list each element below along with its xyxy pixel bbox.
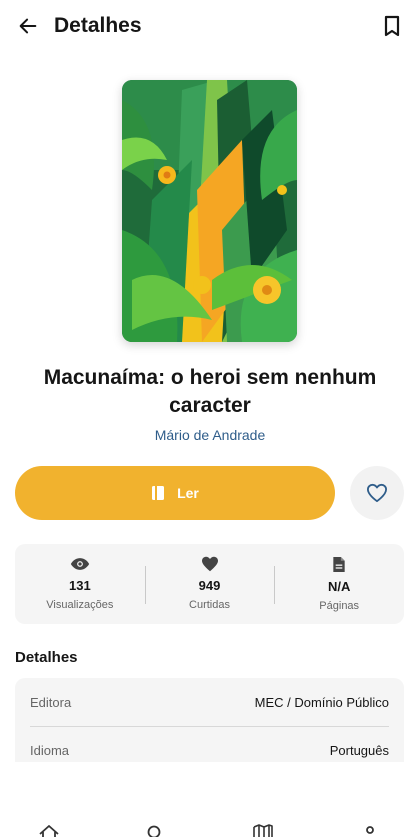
search-icon: [147, 825, 161, 837]
read-button[interactable]: Ler: [15, 466, 335, 520]
stat-views-label: Visualizações: [46, 599, 114, 611]
back-button[interactable]: [14, 12, 42, 40]
profile-icon: [366, 826, 374, 834]
stat-pages: N/A Páginas: [274, 544, 404, 624]
detail-value: Português: [329, 742, 389, 758]
favorite-button[interactable]: [350, 466, 404, 520]
stat-divider: [274, 566, 276, 604]
heart-outline-icon: [366, 483, 387, 503]
book-cover: [122, 80, 297, 342]
stat-pages-value: N/A: [327, 579, 351, 594]
nav-profile[interactable]: [358, 824, 382, 837]
book-title: Macunaíma: o heroi sem nenhum caracter: [43, 366, 377, 417]
nav-library[interactable]: [251, 824, 275, 837]
book-icon: [152, 486, 165, 500]
top-app-bar: Detalhes: [0, 0, 420, 52]
stat-divider: [144, 566, 146, 604]
book-author-link[interactable]: Mário de Andrade: [20, 425, 400, 445]
stat-likes: 949 Curtidas: [144, 544, 275, 624]
document-icon: [333, 556, 345, 573]
details-card: Editora MEC / Domínio Público Idioma Por…: [15, 678, 404, 762]
detail-divider: [30, 726, 389, 727]
jungle-cover-art: [122, 80, 297, 342]
arrow-left-icon: [19, 18, 37, 34]
detail-key: Idioma: [30, 742, 70, 758]
read-button-label: Ler: [177, 485, 199, 501]
stat-likes-value: 949: [198, 578, 221, 593]
stat-views: 131 Visualizações: [15, 544, 145, 624]
detail-value: MEC / Domínio Público: [254, 694, 389, 710]
library-icon: [253, 824, 273, 837]
detail-row-publisher: Editora MEC / Domínio Público: [30, 692, 389, 712]
stat-pages-label: Páginas: [319, 600, 360, 612]
detail-key: Editora: [30, 694, 72, 710]
nav-home[interactable]: [37, 824, 61, 837]
details-section-title: Detalhes: [15, 649, 78, 666]
bottom-navigation: [0, 812, 420, 837]
nav-search[interactable]: [142, 824, 166, 837]
page-title: Detalhes: [54, 14, 142, 37]
stat-views-value: 131: [68, 578, 91, 593]
heart-filled-icon: [201, 556, 218, 572]
home-icon: [39, 825, 59, 837]
stat-likes-label: Curtidas: [189, 599, 230, 611]
stats-card: 131 Visualizações 949 Curtidas N/A Págin…: [15, 544, 404, 624]
eye-icon: [70, 558, 89, 570]
bookmark-outline-icon: [384, 15, 400, 37]
detail-row-language: Idioma Português: [30, 740, 389, 760]
bookmark-button[interactable]: [378, 12, 406, 40]
